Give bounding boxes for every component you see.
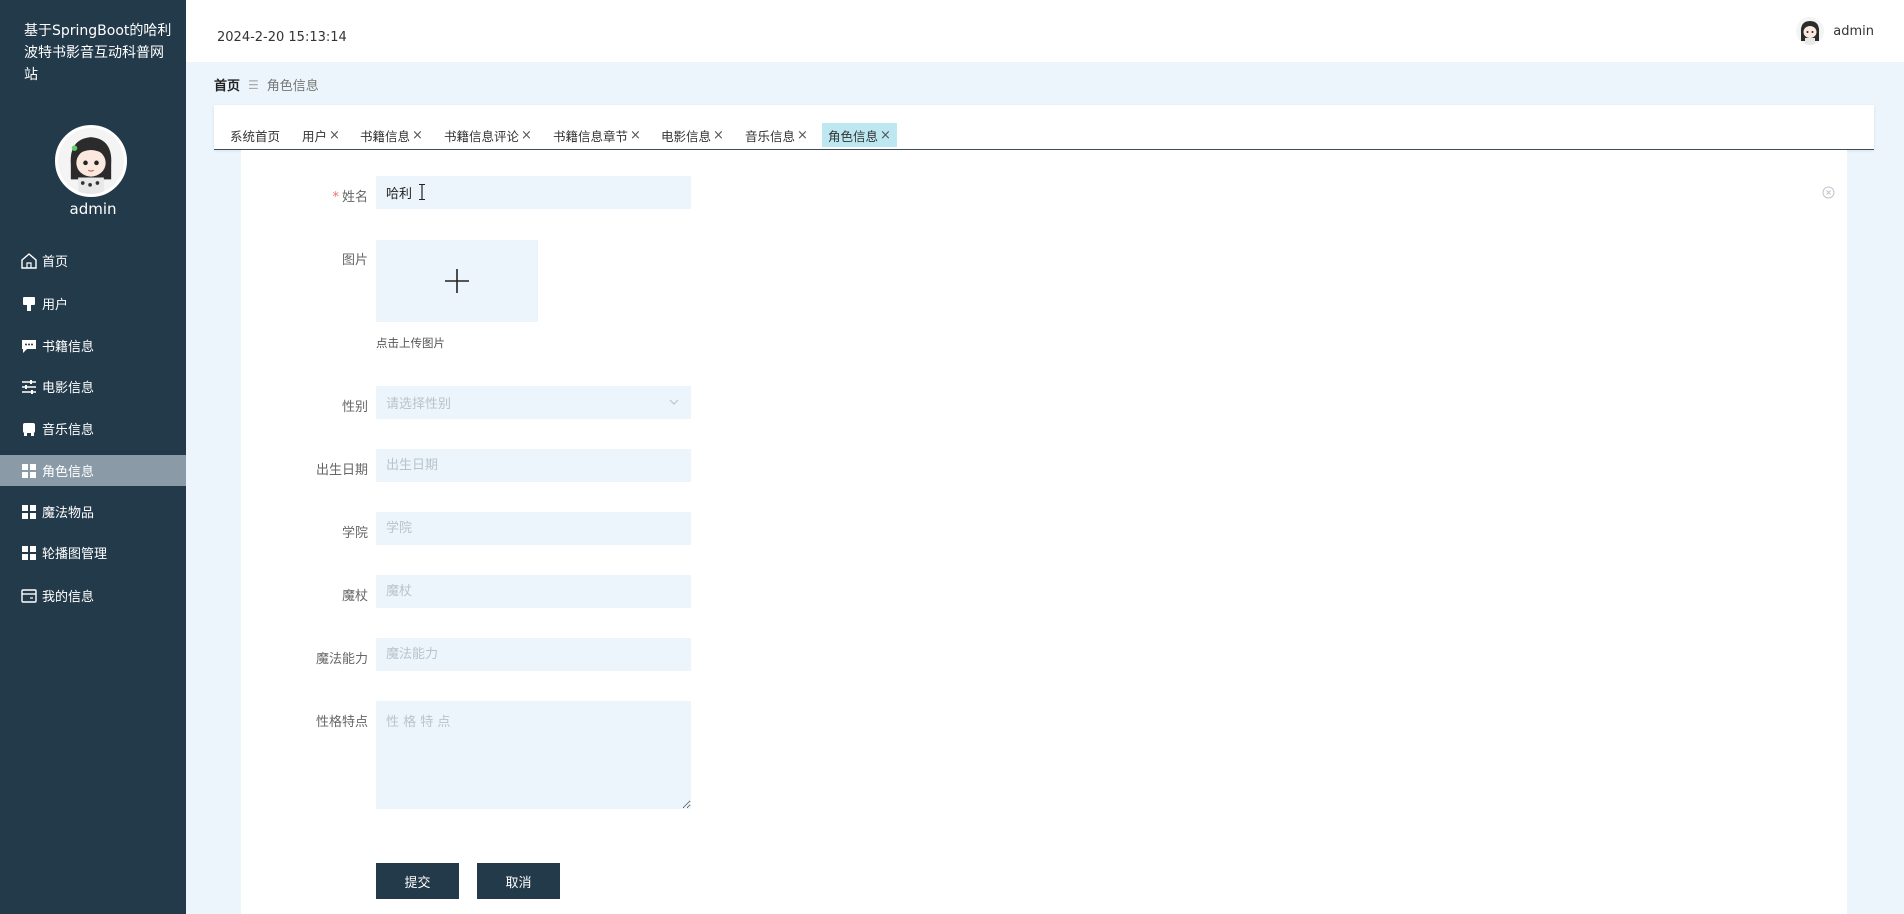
- submit-button[interactable]: 提交: [376, 863, 459, 899]
- sliders-icon: [20, 378, 38, 396]
- avatar: [1796, 17, 1825, 45]
- gender-select[interactable]: 请选择性别: [376, 386, 691, 419]
- card-icon: [20, 587, 38, 605]
- tab-user[interactable]: 用户 ×: [296, 123, 346, 147]
- breadcrumb-separator-icon: ☰: [248, 77, 259, 92]
- close-icon[interactable]: ×: [329, 128, 340, 143]
- tab-book-chapters[interactable]: 书籍信息章节 ×: [547, 123, 647, 147]
- sidebar-item-label: 音乐信息: [42, 423, 95, 438]
- tab-music[interactable]: 音乐信息 ×: [739, 123, 814, 147]
- sidebar-item-label: 电影信息: [42, 381, 95, 396]
- tab-label: 书籍信息评论: [444, 128, 520, 144]
- breadcrumb-home[interactable]: 首页: [214, 75, 240, 94]
- sidebar-item-label: 书籍信息: [42, 340, 95, 355]
- tab-label: 电影信息: [661, 128, 712, 144]
- name-label-text: 姓名: [341, 190, 368, 205]
- sidebar-item-movies[interactable]: 电影信息: [0, 371, 186, 402]
- sidebar-item-magic-items[interactable]: 魔法物品: [0, 496, 186, 527]
- sidebar-username: admin: [69, 200, 117, 218]
- header-username: admin: [1833, 23, 1874, 39]
- sidebar: 基于SpringBoot的哈利波特书影音互动科普网站 admin 首页 用户 书…: [0, 0, 186, 914]
- plus-icon: [445, 269, 469, 293]
- cancel-button[interactable]: 取消: [477, 863, 560, 899]
- name-label: * 姓名: [248, 186, 368, 205]
- traits-textarea[interactable]: [376, 701, 691, 809]
- tab-label: 音乐信息: [745, 128, 796, 144]
- birthdate-input[interactable]: [376, 449, 691, 482]
- sidebar-item-label: 我的信息: [42, 590, 95, 605]
- sidebar-item-carousel[interactable]: 轮播图管理: [0, 537, 186, 568]
- circle-close-icon[interactable]: [1822, 186, 1835, 199]
- sidebar-item-home[interactable]: 首页: [0, 245, 186, 276]
- tab-label: 角色信息: [828, 128, 879, 144]
- top-header: 2024-2-20 15:13:14 admin: [186, 0, 1904, 62]
- avatar-image: [58, 128, 124, 194]
- header-user-menu[interactable]: admin: [1796, 17, 1874, 45]
- tab-books[interactable]: 书籍信息 ×: [354, 123, 429, 147]
- college-input[interactable]: [376, 512, 691, 545]
- breadcrumb-current: 角色信息: [266, 79, 319, 94]
- magic-ability-label: 魔法能力: [315, 652, 368, 667]
- close-icon[interactable]: ×: [713, 128, 724, 143]
- tabs-bar: 系统首页 用户 × 书籍信息 × 书籍信息评论 × 书籍信息章节 × 电影信息 …: [214, 105, 1874, 150]
- breadcrumb: 首页 ☰ 角色信息: [214, 75, 319, 95]
- close-icon[interactable]: ×: [630, 128, 641, 143]
- tab-label: 书籍信息章节: [553, 128, 629, 144]
- close-icon[interactable]: ×: [880, 128, 891, 143]
- sidebar-item-my-info[interactable]: 我的信息: [0, 580, 186, 611]
- tab-label: 书籍信息: [360, 128, 411, 144]
- sidebar-item-user[interactable]: 用户: [0, 288, 186, 319]
- tab-label: 系统首页: [230, 128, 281, 144]
- close-icon[interactable]: ×: [797, 128, 808, 143]
- box-icon: [20, 420, 38, 438]
- tab-system-home[interactable]: 系统首页: [224, 123, 286, 147]
- sidebar-item-characters[interactable]: 角色信息: [0, 455, 186, 486]
- wand-label: 魔杖: [341, 589, 368, 604]
- sidebar-item-label: 魔法物品: [42, 506, 95, 521]
- grid-icon: [20, 503, 38, 521]
- grid-icon: [20, 462, 38, 480]
- grid-icon: [20, 544, 38, 562]
- text-cursor-icon: [419, 184, 425, 200]
- gender-label: 性别: [341, 400, 368, 415]
- tab-label: 用户: [302, 128, 328, 144]
- wand-input[interactable]: [376, 575, 691, 608]
- gender-placeholder: 请选择性别: [386, 397, 452, 412]
- user-icon: [20, 295, 38, 313]
- close-icon[interactable]: ×: [521, 128, 532, 143]
- sidebar-item-music[interactable]: 音乐信息: [0, 413, 186, 444]
- sidebar-avatar: [55, 125, 127, 197]
- close-icon[interactable]: ×: [412, 128, 423, 143]
- tab-book-comments[interactable]: 书籍信息评论 ×: [438, 123, 538, 147]
- app-title: 基于SpringBoot的哈利波特书影音互动科普网站: [24, 23, 172, 83]
- chat-icon: [20, 337, 38, 355]
- magic-ability-input[interactable]: [376, 638, 691, 671]
- college-label: 学院: [341, 526, 368, 541]
- image-upload-box[interactable]: [376, 240, 538, 322]
- sidebar-item-label: 轮播图管理: [42, 547, 108, 562]
- chevron-down-icon: [669, 399, 679, 405]
- sidebar-item-label: 角色信息: [42, 465, 95, 480]
- tab-movies[interactable]: 电影信息 ×: [655, 123, 730, 147]
- current-datetime: 2024-2-20 15:13:14: [217, 30, 347, 45]
- traits-label: 性格特点: [315, 715, 368, 730]
- sidebar-item-label: 首页: [42, 255, 69, 270]
- sidebar-item-label: 用户: [42, 298, 69, 313]
- home-icon: [20, 252, 38, 270]
- upload-tip: 点击上传图片: [376, 336, 445, 350]
- required-mark: *: [332, 190, 339, 205]
- birthdate-label: 出生日期: [315, 463, 368, 478]
- image-label: 图片: [341, 253, 368, 268]
- sidebar-item-books[interactable]: 书籍信息: [0, 330, 186, 361]
- tab-characters[interactable]: 角色信息 ×: [822, 123, 897, 147]
